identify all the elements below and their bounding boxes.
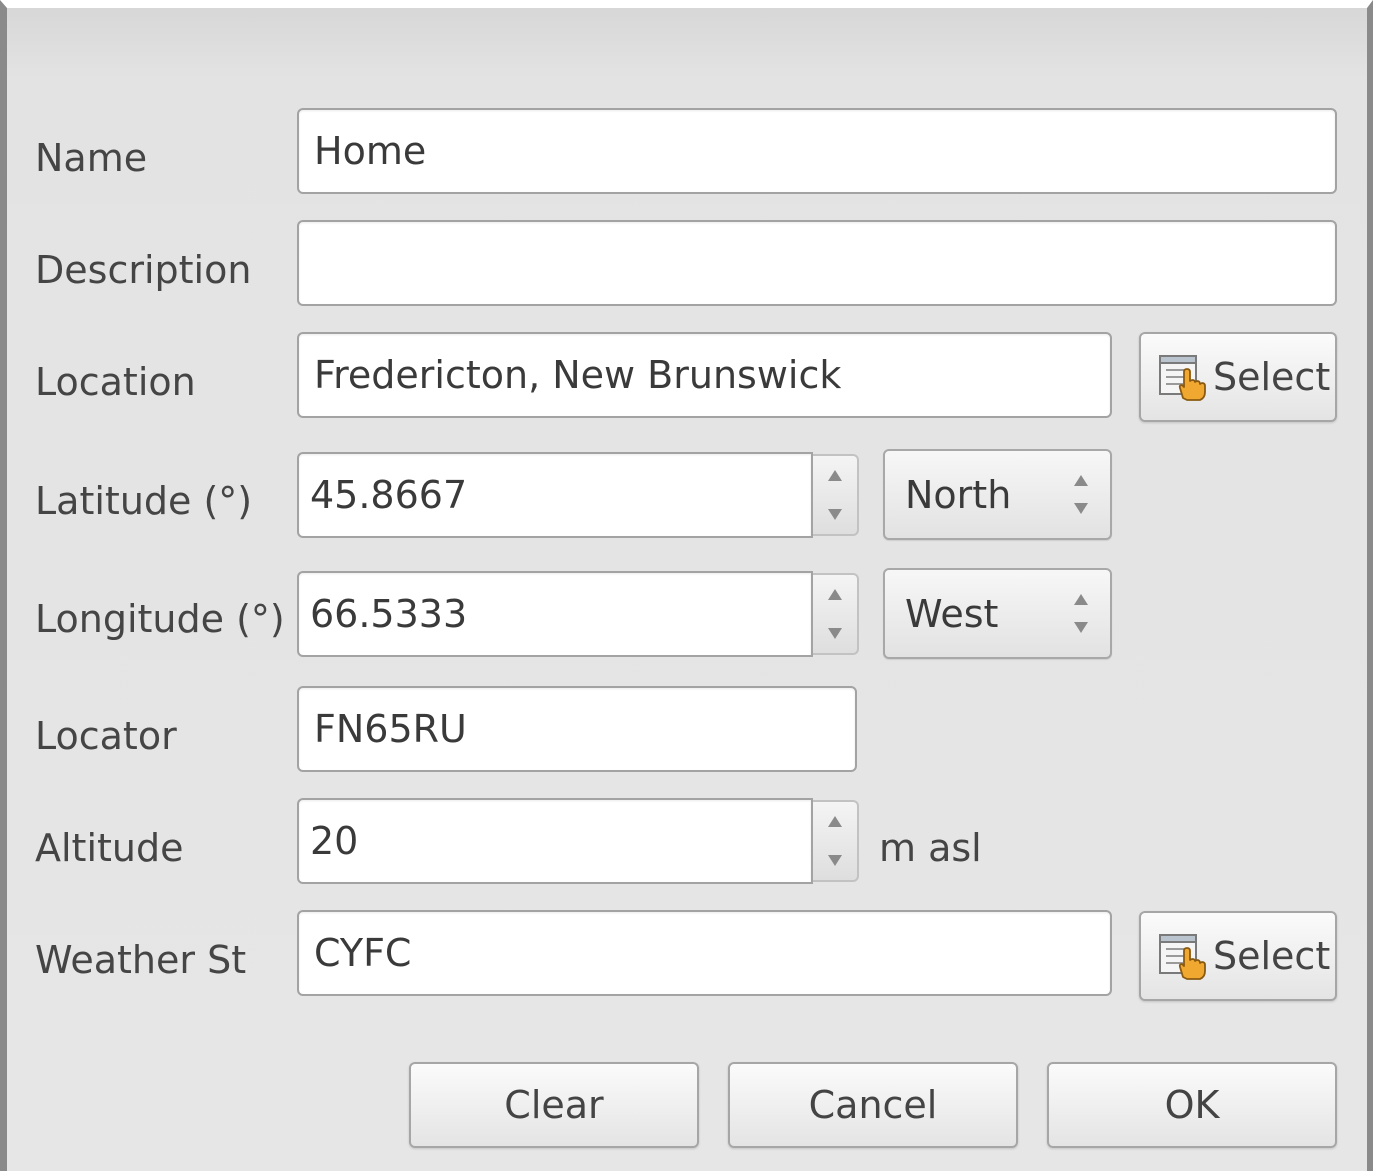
longitude-spinner[interactable] (813, 573, 859, 655)
spin-up-icon[interactable] (828, 816, 842, 827)
name-label: Name (35, 136, 148, 180)
spin-down-icon[interactable] (828, 509, 842, 520)
spin-down-icon[interactable] (828, 628, 842, 639)
description-input[interactable] (297, 220, 1337, 306)
spin-down-icon[interactable] (828, 855, 842, 866)
table-hand-pointer-icon (1159, 934, 1206, 980)
altitude-unit: m asl (879, 826, 982, 870)
spin-up-icon[interactable] (828, 589, 842, 600)
location-select-label: Select (1213, 355, 1331, 399)
latitude-label: Latitude (°) (35, 479, 253, 523)
longitude-hemisphere-select[interactable]: West (883, 568, 1112, 659)
weather-select-label: Select (1213, 934, 1331, 978)
spin-up-icon[interactable] (828, 470, 842, 481)
location-dialog: Name Home Description Location Frederict… (0, 0, 1373, 1171)
table-hand-pointer-icon (1159, 355, 1206, 401)
location-select-button[interactable]: Select (1139, 332, 1337, 422)
description-label: Description (35, 248, 252, 292)
altitude-label: Altitude (35, 826, 184, 870)
latitude-spinner[interactable] (813, 454, 859, 536)
ok-button[interactable]: OK (1047, 1062, 1337, 1148)
location-label: Location (35, 360, 196, 404)
weather-station-input[interactable]: CYFC (297, 910, 1112, 996)
updown-arrows-icon (1068, 570, 1094, 657)
clear-button[interactable]: Clear (409, 1062, 699, 1148)
altitude-input[interactable]: 20 (297, 798, 813, 884)
name-input[interactable]: Home (297, 108, 1337, 194)
longitude-label: Longitude (°) (35, 597, 285, 641)
updown-arrows-icon (1068, 451, 1094, 538)
cancel-button[interactable]: Cancel (728, 1062, 1018, 1148)
locator-label: Locator (35, 714, 177, 758)
latitude-input[interactable]: 45.8667 (297, 452, 813, 538)
latitude-hemisphere-select[interactable]: North (883, 449, 1112, 540)
location-input[interactable]: Fredericton, New Brunswick (297, 332, 1112, 418)
weather-select-button[interactable]: Select (1139, 911, 1337, 1001)
weather-station-label: Weather St (35, 938, 247, 982)
longitude-hemisphere-value: West (905, 591, 999, 636)
latitude-hemisphere-value: North (905, 472, 1012, 517)
locator-input[interactable]: FN65RU (297, 686, 857, 772)
altitude-spinner[interactable] (813, 800, 859, 882)
longitude-input[interactable]: 66.5333 (297, 571, 813, 657)
